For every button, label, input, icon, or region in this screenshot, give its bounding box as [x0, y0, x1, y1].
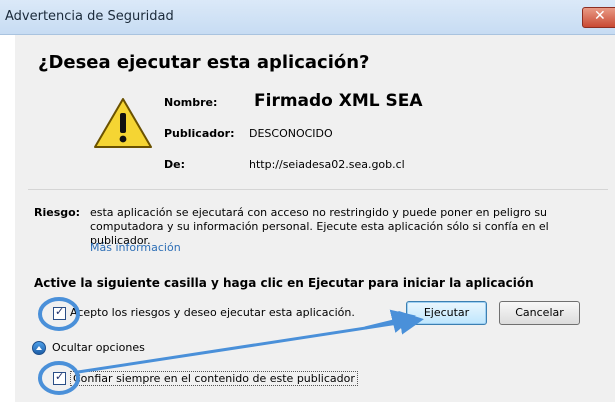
from-label: De: [164, 158, 185, 171]
name-label: Nombre: [164, 96, 218, 109]
hide-options-icon[interactable] [32, 341, 46, 355]
dialog-heading: ¿Desea ejecutar esta aplicación? [38, 52, 370, 73]
close-icon: ✕ [594, 8, 606, 24]
trust-publisher-checkbox[interactable] [53, 370, 66, 385]
title-bar: Advertencia de Seguridad ✕ [0, 0, 615, 35]
more-info-link[interactable]: Más información [90, 241, 181, 254]
name-value: Firmado XML SEA [254, 91, 423, 111]
risk-line-1: esta aplicación se ejecutará con acceso … [90, 206, 548, 219]
cancel-button[interactable]: Cancelar [499, 301, 580, 325]
window-title: Advertencia de Seguridad [5, 9, 174, 24]
publisher-value: DESCONOCIDO [249, 127, 333, 140]
activate-heading: Active la siguiente casilla y haga clic … [34, 276, 534, 290]
publisher-label: Publicador: [164, 127, 235, 140]
run-button[interactable]: Ejecutar [406, 301, 487, 325]
accept-risks-label: Acepto los riesgos y deseo ejecutar esta… [70, 306, 355, 319]
warning-icon [94, 98, 152, 148]
from-value: http://seiadesa02.sea.gob.cl [249, 158, 405, 171]
close-button[interactable]: ✕ [582, 7, 615, 28]
accept-risks-checkbox[interactable] [53, 305, 66, 320]
hide-options-label[interactable]: Ocultar opciones [52, 341, 145, 354]
trust-publisher-label: Confiar siempre en el contenido de este … [70, 371, 358, 386]
risk-label: Riesgo: [34, 206, 81, 219]
separator [28, 189, 608, 190]
